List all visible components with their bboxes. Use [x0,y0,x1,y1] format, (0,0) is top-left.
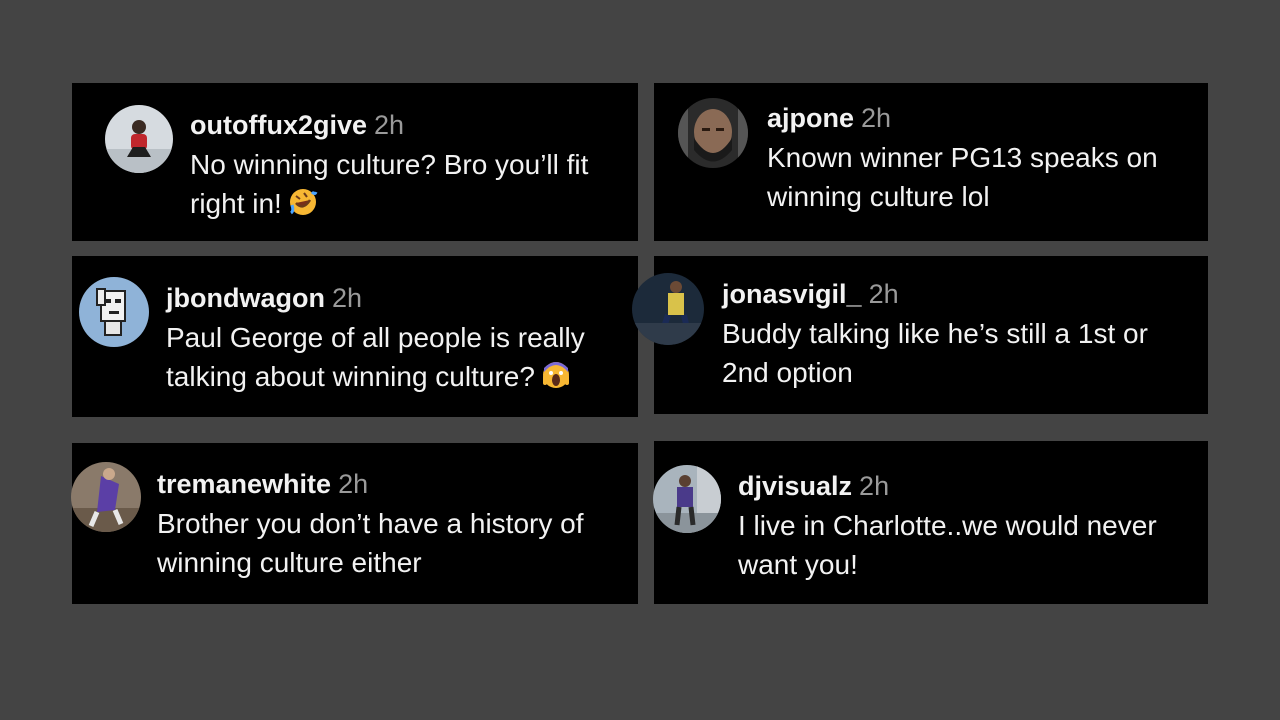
comment-text: Known winner PG13 speaks on winning cult… [767,142,1158,212]
comment-card: jonasvigil_ 2h Buddy talking like he’s st… [632,256,1208,414]
face-screaming-in-fear-emoji [541,360,571,390]
comment-text: Paul George of all people is really talk… [166,322,585,392]
username[interactable]: jbondwagon [166,283,325,313]
comment-text: No winning culture? Bro you’ll fit right… [190,149,589,219]
comment-card: tremanewhite 2h Brother you don’t have a … [71,443,638,604]
rolling-on-floor-laughing-emoji [288,187,318,217]
username[interactable]: tremanewhite [157,469,331,499]
avatar[interactable] [678,98,748,168]
timestamp: 2h [861,103,892,133]
username[interactable]: outoffux2give [190,110,367,140]
comment-text: Buddy talking like he’s still a 1st or 2… [722,318,1148,388]
comment-card: outoffux2give 2h No winning culture? Bro … [72,83,638,241]
timestamp: 2h [331,283,363,313]
comment-card: ajpone 2h Known winner PG13 speaks on win… [654,83,1208,241]
comment-card: djvisualz 2h I live in Charlotte..we woul… [653,441,1208,604]
comment-text: I live in Charlotte..we would never want… [738,510,1157,580]
comment-card: jbondwagon 2h Paul George of all people i… [72,256,638,417]
username[interactable]: ajpone [767,103,854,133]
username[interactable]: jonasvigil_ [722,279,862,309]
avatar[interactable] [71,462,141,532]
timestamp: 2h [338,469,369,499]
comment-text: Brother you don’t have a history of winn… [157,508,584,578]
timestamp: 2h [859,471,890,501]
avatar[interactable] [632,273,704,345]
timestamp: 2h [868,279,899,309]
avatar[interactable] [653,465,721,533]
avatar[interactable] [105,105,173,173]
avatar[interactable] [79,277,149,347]
username[interactable]: djvisualz [738,471,852,501]
timestamp: 2h [374,110,405,140]
